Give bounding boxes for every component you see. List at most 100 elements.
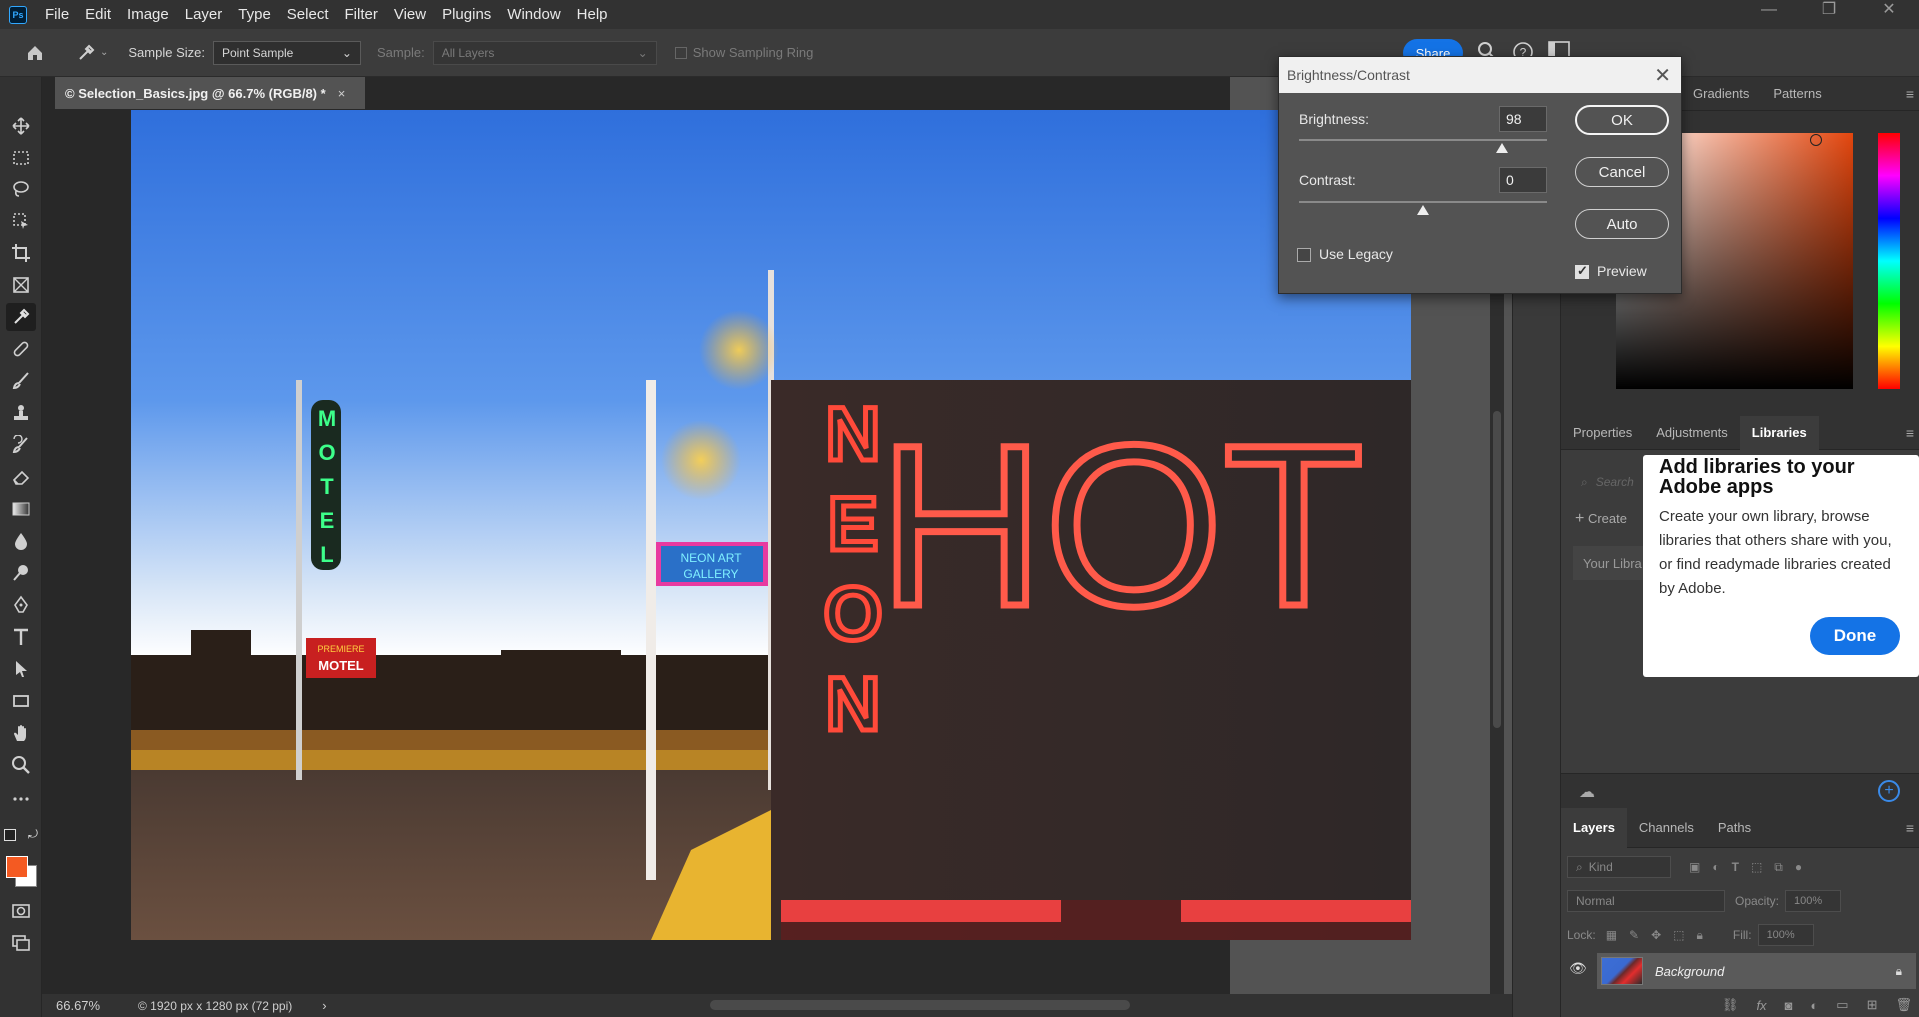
cancel-button[interactable]: Cancel (1575, 157, 1669, 187)
show-sampling-ring-checkbox[interactable] (674, 46, 687, 59)
quick-mask-icon[interactable] (6, 897, 36, 925)
new-group-icon[interactable]: ▭ (1836, 997, 1848, 1013)
default-colors-icon[interactable] (4, 829, 16, 841)
delete-layer-icon[interactable]: 🗑︎ (1895, 997, 1912, 1013)
filter-type-icon[interactable]: T (1732, 860, 1739, 874)
eyedropper-preset-icon[interactable]: ⌄ (76, 43, 108, 63)
menu-file[interactable]: File (37, 0, 77, 29)
brightness-slider[interactable] (1299, 139, 1547, 141)
tab-paths[interactable]: Paths (1706, 811, 1763, 845)
tab-channels[interactable]: Channels (1627, 811, 1706, 845)
brightness-input[interactable]: 98 (1499, 106, 1547, 132)
clone-stamp-tool-icon[interactable] (6, 399, 36, 427)
filter-toggle-icon[interactable]: ● (1795, 860, 1802, 874)
contrast-slider-thumb[interactable] (1417, 205, 1429, 215)
lock-transparency-icon[interactable]: ▦ (1606, 928, 1617, 942)
lasso-tool-icon[interactable] (6, 175, 36, 203)
auto-button[interactable]: Auto (1575, 209, 1669, 239)
vertical-scroll-thumb[interactable] (1493, 411, 1501, 728)
dialog-title-bar[interactable]: Brightness/Contrast ✕ (1279, 57, 1681, 93)
lock-artboard-icon[interactable]: ⬚ (1673, 928, 1684, 942)
menu-layer[interactable]: Layer (177, 0, 231, 29)
status-menu-arrow[interactable]: › (322, 998, 326, 1013)
close-window-button[interactable]: ✕ (1859, 0, 1919, 29)
brightness-slider-thumb[interactable] (1496, 143, 1508, 153)
filter-pixel-icon[interactable]: ▣ (1689, 860, 1700, 874)
ok-button[interactable]: OK (1575, 105, 1669, 135)
menu-image[interactable]: Image (119, 0, 177, 29)
tab-patterns[interactable]: Patterns (1761, 77, 1833, 111)
zoom-tool-icon[interactable] (6, 751, 36, 779)
contrast-input[interactable]: 0 (1499, 167, 1547, 193)
swap-colors-icon[interactable]: ⤾ (28, 827, 38, 842)
sample-select[interactable]: All Layers ⌄ (432, 40, 657, 65)
new-layer-icon[interactable]: ⊞ (1867, 997, 1878, 1013)
more-tools-icon[interactable] (6, 785, 36, 813)
adjustment-layer-icon[interactable]: ◐ (1810, 998, 1818, 1013)
layer-kind-filter[interactable]: ⌕ Kind (1567, 856, 1671, 878)
path-selection-tool-icon[interactable] (6, 655, 36, 683)
menu-plugins[interactable]: Plugins (434, 0, 499, 29)
close-tab-icon[interactable]: × (338, 86, 346, 101)
layer-lock-icon[interactable]: 🔒︎ (1896, 964, 1902, 979)
menu-view[interactable]: View (386, 0, 434, 29)
filter-smart-object-icon[interactable]: ⧉ (1774, 860, 1783, 875)
type-tool-icon[interactable] (6, 623, 36, 651)
menu-window[interactable]: Window (499, 0, 568, 29)
done-button[interactable]: Done (1810, 617, 1900, 655)
opacity-input[interactable]: 100% (1785, 890, 1842, 912)
layer-row-background[interactable]: Background 🔒︎ (1597, 953, 1916, 989)
marquee-tool-icon[interactable] (6, 144, 36, 172)
document-tab[interactable]: © Selection_Basics.jpg @ 66.7% (RGB/8) *… (55, 77, 365, 109)
menu-type[interactable]: Type (230, 0, 279, 29)
hand-tool-icon[interactable] (6, 719, 36, 747)
fill-input[interactable]: 100% (1757, 924, 1814, 946)
menu-help[interactable]: Help (569, 0, 616, 29)
layer-style-icon[interactable]: fx (1756, 998, 1766, 1013)
horizontal-scroll-thumb[interactable] (710, 1000, 1130, 1010)
crop-tool-icon[interactable] (6, 239, 36, 267)
document-info[interactable]: © 1920 px x 1280 px (72 ppi) (138, 999, 292, 1013)
minimize-button[interactable]: — (1739, 0, 1799, 29)
add-mask-icon[interactable]: ◙ (1785, 998, 1793, 1013)
move-tool-icon[interactable] (6, 112, 36, 140)
preview-checkbox[interactable] (1575, 263, 1589, 279)
tab-layers[interactable]: Layers (1561, 807, 1627, 848)
create-library-button[interactable]: + Create (1575, 510, 1627, 528)
eraser-tool-icon[interactable] (6, 463, 36, 491)
zoom-level[interactable]: 66.67% (56, 998, 126, 1013)
home-icon[interactable] (18, 36, 52, 70)
add-library-icon[interactable]: + (1878, 780, 1900, 802)
contrast-slider[interactable] (1299, 201, 1547, 203)
foreground-color-swatch[interactable] (6, 856, 28, 878)
blend-mode-select[interactable]: Normal (1567, 890, 1725, 912)
screen-mode-icon[interactable] (6, 929, 36, 957)
menu-select[interactable]: Select (279, 0, 337, 29)
layer-visibility-icon[interactable]: 👁︎ (1569, 960, 1587, 977)
healing-brush-tool-icon[interactable] (6, 335, 36, 363)
tab-adjustments[interactable]: Adjustments (1644, 416, 1740, 450)
link-layers-icon[interactable]: ⛓ (1722, 997, 1739, 1013)
panel-menu-icon[interactable]: ≡ (1906, 820, 1914, 836)
panel-menu-icon[interactable]: ≡ (1906, 86, 1914, 102)
menu-edit[interactable]: Edit (77, 0, 119, 29)
history-brush-tool-icon[interactable] (6, 431, 36, 459)
object-selection-tool-icon[interactable] (6, 207, 36, 235)
tab-gradients[interactable]: Gradients (1681, 77, 1761, 111)
panel-menu-icon[interactable]: ≡ (1906, 425, 1914, 441)
tab-properties[interactable]: Properties (1561, 416, 1644, 450)
filter-adjustment-icon[interactable]: ◐ (1712, 860, 1719, 874)
brush-tool-icon[interactable] (6, 367, 36, 395)
eyedropper-tool-icon[interactable] (6, 303, 36, 331)
tab-libraries[interactable]: Libraries (1739, 415, 1819, 450)
frame-tool-icon[interactable] (6, 271, 36, 299)
dodge-tool-icon[interactable] (6, 559, 36, 587)
pen-tool-icon[interactable] (6, 591, 36, 619)
close-icon[interactable]: ✕ (1654, 63, 1671, 88)
lock-pixels-icon[interactable]: ✎ (1629, 928, 1639, 942)
lock-position-icon[interactable]: ✥ (1651, 928, 1661, 942)
blur-tool-icon[interactable] (6, 527, 36, 555)
gradient-tool-icon[interactable] (6, 495, 36, 523)
filter-shape-icon[interactable]: ⬚ (1751, 860, 1762, 874)
lock-all-icon[interactable]: 🔒︎ (1697, 928, 1703, 943)
